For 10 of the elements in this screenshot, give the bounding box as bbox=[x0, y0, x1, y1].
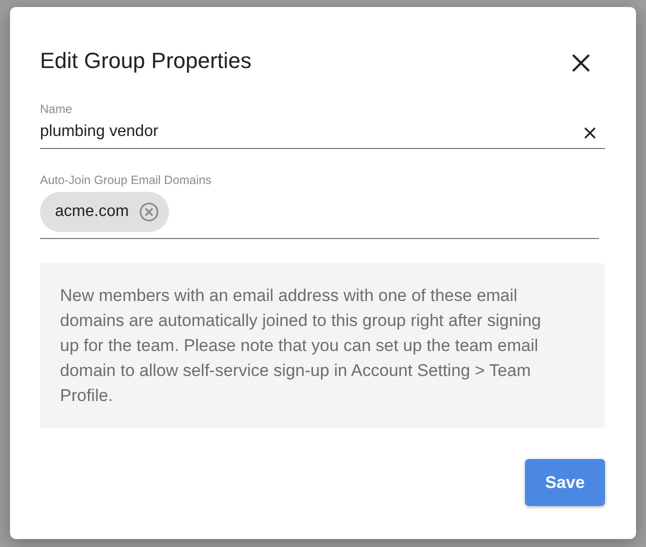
name-field[interactable]: plumbing vendor bbox=[40, 116, 605, 149]
save-button[interactable]: Save bbox=[525, 459, 605, 506]
remove-icon[interactable] bbox=[138, 202, 159, 222]
field-label: Name bbox=[40, 102, 74, 116]
info-text: New members with an email address with one of these email domains are automatically joined to this group right after signing up for the team. Please note that you can set up the team email domain to allow self-service sign-up in Account Setting > Team Profile. bbox=[40, 263, 605, 428]
dialog-title: Edit Group Properties bbox=[40, 47, 252, 75]
chip-label: acme.com bbox=[55, 202, 129, 222]
clear-icon[interactable] bbox=[583, 126, 597, 140]
domains-field[interactable]: acme.com bbox=[40, 187, 599, 239]
field-label: Auto-Join Group Email Domains bbox=[40, 173, 212, 187]
